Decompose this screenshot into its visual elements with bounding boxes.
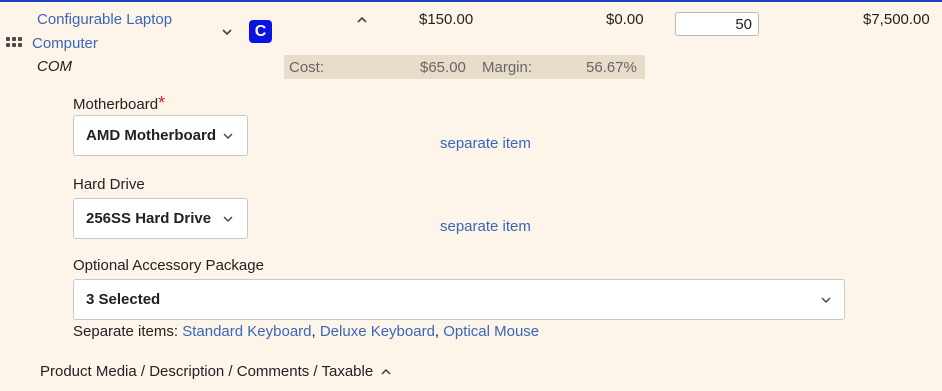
chevron-down-icon	[821, 297, 831, 303]
required-indicator: *	[158, 93, 166, 113]
separate-item-link[interactable]: Optical Mouse	[443, 323, 539, 340]
motherboard-label-text: Motherboard	[73, 96, 159, 113]
motherboard-label: Motherboard*	[73, 93, 165, 114]
product-details-toggle[interactable]: Product Media / Description / Comments /…	[40, 363, 392, 380]
chevron-down-icon	[223, 216, 233, 222]
motherboard-separate-item-link[interactable]: separate item	[440, 135, 531, 152]
hard-drive-select[interactable]: 256SS Hard Drive	[73, 198, 248, 239]
separate-items-list: Separate items: Standard Keyboard, Delux…	[73, 323, 539, 340]
type-badge: C	[249, 20, 272, 43]
motherboard-selected-value: AMD Motherboard	[86, 127, 216, 144]
chevron-down-icon	[223, 133, 233, 139]
accessory-selected-value: 3 Selected	[86, 291, 161, 308]
product-name-link[interactable]: Configurable Laptop Computer	[32, 8, 202, 56]
margin-label: Margin:	[482, 59, 533, 76]
cost-margin-bar: Cost: $65.00 Margin: 56.67%	[284, 55, 645, 79]
chevron-down-icon[interactable]	[222, 27, 232, 37]
separate-item-link[interactable]: Standard Keyboard	[182, 323, 311, 340]
hard-drive-separate-item-link[interactable]: separate item	[440, 218, 531, 235]
accessory-package-select[interactable]: 3 Selected	[73, 279, 845, 320]
row-top-border	[0, 0, 942, 2]
list-separator: ,	[434, 323, 444, 340]
drag-handle-icon[interactable]	[6, 37, 26, 49]
line-total: $7,500.00	[863, 11, 930, 28]
hard-drive-label: Hard Drive	[73, 176, 145, 193]
hard-drive-selected-value: 256SS Hard Drive	[86, 210, 212, 227]
product-details-toggle-label[interactable]: Product Media / Description / Comments /…	[40, 363, 373, 380]
separate-item-link[interactable]: Deluxe Keyboard	[320, 323, 435, 340]
product-name-line2[interactable]: Computer	[32, 32, 202, 56]
discount-amount: $0.00	[606, 11, 644, 28]
motherboard-select[interactable]: AMD Motherboard	[73, 115, 248, 156]
chevron-up-icon[interactable]	[357, 15, 367, 25]
list-separator: ,	[311, 323, 320, 340]
unit-price: $150.00	[419, 11, 474, 28]
cost-value: $65.00	[420, 59, 466, 76]
chevron-up-icon[interactable]	[380, 367, 392, 377]
margin-value: 56.67%	[586, 59, 637, 76]
quantity-input[interactable]	[675, 12, 759, 36]
cost-label: Cost:	[289, 59, 325, 76]
product-sku: COM	[37, 58, 72, 75]
product-name-line1[interactable]: Configurable Laptop	[32, 8, 202, 32]
accessory-package-label: Optional Accessory Package	[73, 257, 264, 274]
separate-items-label: Separate items:	[73, 323, 179, 340]
